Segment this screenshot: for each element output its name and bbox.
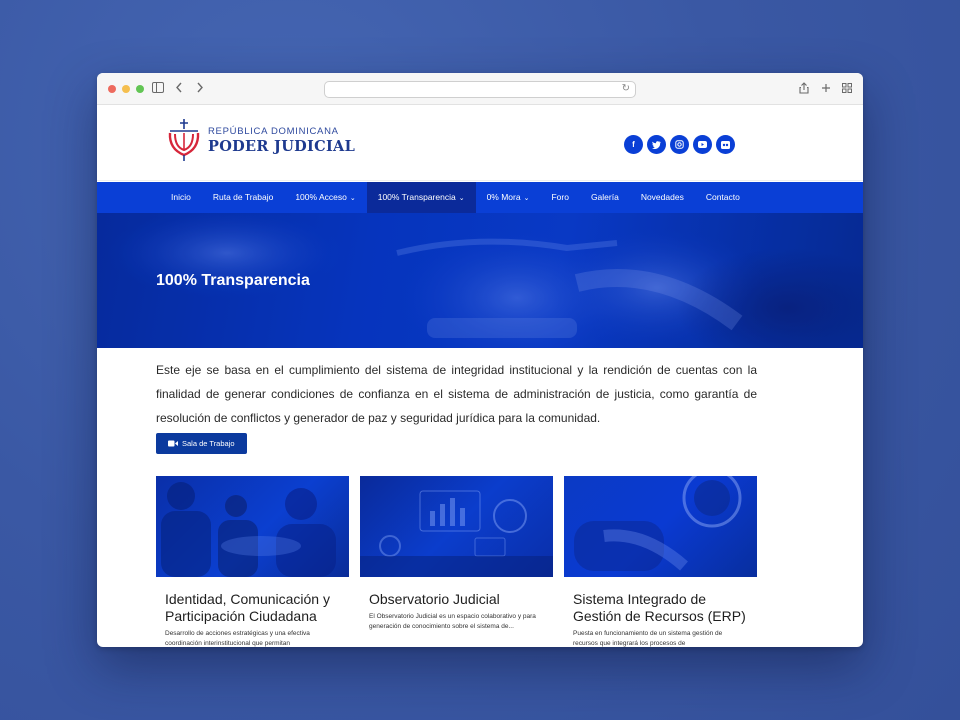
youtube-icon[interactable] bbox=[693, 135, 712, 154]
minimize-window-button[interactable] bbox=[122, 85, 130, 93]
logo-country: REPÚBLICA DOMINICANA bbox=[208, 125, 339, 137]
nav-item-foro[interactable]: Foro bbox=[540, 182, 579, 213]
flickr-icon[interactable] bbox=[716, 135, 735, 154]
nav-item-label: 100% Acceso bbox=[295, 192, 347, 202]
card-erp[interactable]: Sistema Integrado de Gestión de Recursos… bbox=[564, 476, 757, 647]
instagram-icon[interactable] bbox=[670, 135, 689, 154]
chevron-down-icon: ⌄ bbox=[349, 195, 356, 202]
browser-toolbar: ↻ bbox=[97, 73, 863, 105]
nav-item-contacto[interactable]: Contacto bbox=[695, 182, 751, 213]
browser-window: ↻ REPÚBLICA DOMINICANA PODER JUDICIAL f … bbox=[97, 73, 863, 647]
intro-paragraph: Este eje se basa en el cumplimiento del … bbox=[156, 363, 757, 425]
window-controls bbox=[108, 85, 144, 93]
nav-item-label: Foro bbox=[551, 192, 569, 202]
chevron-down-icon: ⌄ bbox=[523, 195, 530, 202]
nav-item-label: Galería bbox=[590, 192, 619, 202]
video-camera-icon bbox=[168, 440, 178, 447]
nav-item-label: Contacto bbox=[705, 192, 740, 202]
card-title: Observatorio Judicial bbox=[369, 591, 500, 607]
card-observatorio[interactable]: Observatorio Judicial El Observatorio Ju… bbox=[360, 476, 553, 647]
new-tab-icon[interactable] bbox=[821, 82, 831, 96]
sala-de-trabajo-button[interactable]: Sala de Trabajo bbox=[156, 433, 247, 454]
nav-item-label: Inicio bbox=[171, 192, 191, 202]
nav-item-ruta-de-trabajo[interactable]: Ruta de Trabajo bbox=[202, 182, 284, 213]
forward-icon[interactable] bbox=[196, 82, 204, 96]
sidebar-icon[interactable] bbox=[152, 82, 164, 96]
main-nav: Inicio Ruta de Trabajo 100% Acceso ⌄ 100%… bbox=[97, 182, 863, 213]
card-description: Desarrollo de acciones estratégicas y un… bbox=[165, 630, 310, 647]
nav-item-inicio[interactable]: Inicio bbox=[160, 182, 202, 213]
card-image bbox=[360, 476, 553, 577]
nav-item-label: Novedades bbox=[640, 192, 684, 202]
logo-institution: PODER JUDICIAL bbox=[208, 137, 356, 155]
button-label: Sala de Trabajo bbox=[182, 439, 235, 448]
site-logo[interactable]: REPÚBLICA DOMINICANA PODER JUDICIAL bbox=[166, 119, 355, 161]
nav-item-novedades[interactable]: Novedades bbox=[630, 182, 695, 213]
card-description: Puesta en funcionamiento de un sistema g… bbox=[573, 630, 723, 647]
card-image bbox=[156, 476, 349, 577]
twitter-icon[interactable] bbox=[647, 135, 666, 154]
share-icon[interactable] bbox=[799, 82, 809, 97]
nav-item-label: Ruta de Trabajo bbox=[212, 192, 274, 202]
back-icon[interactable] bbox=[175, 82, 183, 96]
page-title: 100% Transparencia bbox=[156, 272, 310, 289]
nav-item-galeria[interactable]: Galería bbox=[580, 182, 630, 213]
zoom-window-button[interactable] bbox=[136, 85, 144, 93]
nav-item-label: 100% Transparencia bbox=[377, 192, 456, 202]
chevron-down-icon: ⌄ bbox=[458, 195, 465, 202]
reload-icon[interactable]: ↻ bbox=[622, 83, 630, 94]
card-identidad[interactable]: Identidad, Comunicación y Participación … bbox=[156, 476, 349, 647]
main-content: Este eje se basa en el cumplimiento del … bbox=[156, 358, 757, 454]
tab-overview-icon[interactable] bbox=[842, 82, 852, 96]
card-description: El Observatorio Judicial es un espacio c… bbox=[369, 613, 536, 630]
nav-item-label: 0% Mora bbox=[486, 192, 521, 202]
close-window-button[interactable] bbox=[108, 85, 116, 93]
card-title: Sistema Integrado de Gestión de Recursos… bbox=[573, 591, 746, 624]
card-title: Identidad, Comunicación y Participación … bbox=[165, 591, 330, 624]
nav-item-mora[interactable]: 0% Mora ⌄ bbox=[476, 182, 541, 213]
address-bar[interactable]: ↻ bbox=[324, 81, 636, 98]
nav-item-acceso[interactable]: 100% Acceso ⌄ bbox=[284, 182, 366, 213]
card-grid: Identidad, Comunicación y Participación … bbox=[156, 476, 757, 647]
social-links: f bbox=[624, 135, 735, 154]
site-header: REPÚBLICA DOMINICANA PODER JUDICIAL f bbox=[97, 105, 863, 181]
nav-item-transparencia[interactable]: 100% Transparencia ⌄ bbox=[366, 182, 476, 213]
hero-banner: 100% Transparencia bbox=[97, 213, 863, 348]
poder-judicial-emblem-icon bbox=[168, 119, 200, 161]
facebook-icon[interactable]: f bbox=[624, 135, 643, 154]
card-image bbox=[564, 476, 757, 577]
